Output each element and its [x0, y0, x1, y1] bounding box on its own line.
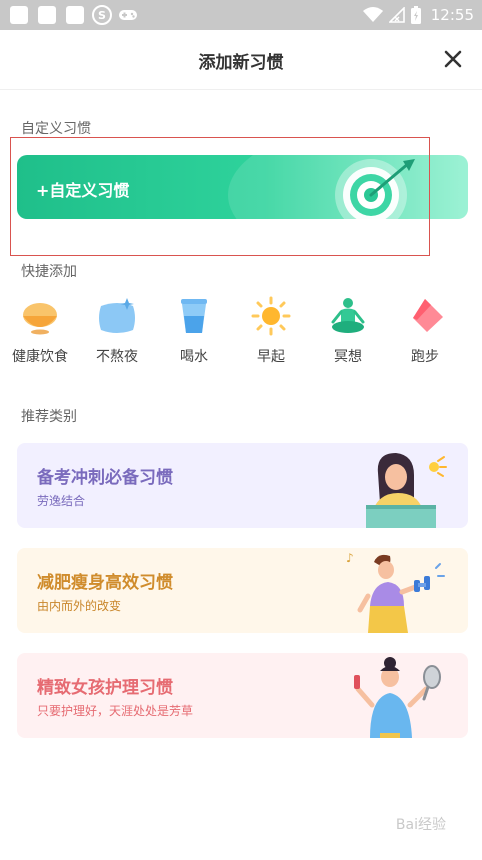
recommend-card-subtitle: 只要护理好，天涯处处是芳草	[37, 704, 194, 718]
add-custom-habit-label: +自定义习惯	[36, 181, 130, 200]
recommend-card-subtitle: 由内而外的改变	[37, 599, 122, 613]
recommend-card-fitness[interactable]: 减肥瘦身高效习惯 由内而外的改变 ♪	[17, 548, 468, 633]
quick-item-label: 冥想	[334, 349, 362, 365]
gamepad-icon	[119, 10, 137, 20]
meditation-icon	[331, 298, 365, 333]
status-bar: S 12:55	[0, 0, 482, 30]
quick-add-row: 健康饮食 不熬夜 喝水 早起 冥想 跑步	[0, 296, 482, 366]
quick-item-label: 喝水	[180, 349, 208, 365]
quick-item-label: 不熬夜	[96, 349, 138, 365]
notification-icon	[10, 6, 28, 24]
skincare-girl-illustration	[354, 657, 441, 738]
notification-icon	[38, 6, 56, 24]
studying-girl-illustration	[366, 453, 447, 528]
quick-item-drink-water[interactable]: 喝水	[159, 296, 229, 366]
cup-icon	[181, 299, 207, 333]
section-label-quick: 快捷添加	[21, 264, 77, 280]
add-custom-habit-button[interactable]: +自定义习惯	[17, 155, 468, 219]
recommend-card-subtitle: 劳逸结合	[37, 494, 86, 508]
page-title: 添加新习惯	[198, 53, 284, 73]
recommend-card-care[interactable]: 精致女孩护理习惯 只要护理好，天涯处处是芳草	[17, 653, 468, 738]
svg-text:♪: ♪	[346, 551, 354, 565]
section-label-recommend: 推荐类别	[21, 409, 77, 425]
watermark: Bai经验	[395, 817, 446, 833]
wifi-icon	[362, 7, 383, 22]
header: 添加新习惯	[0, 30, 482, 90]
signal-icon	[388, 7, 405, 23]
quick-item-label: 健康饮食	[12, 349, 68, 365]
recommend-card-title: 备考冲刺必备习惯	[37, 468, 173, 488]
shoe-icon	[413, 299, 443, 332]
recommend-card-exam[interactable]: 备考冲刺必备习惯 劳逸结合	[17, 443, 468, 528]
recommend-card-title: 精致女孩护理习惯	[37, 678, 173, 698]
section-label-custom: 自定义习惯	[21, 121, 91, 137]
sun-icon	[251, 296, 291, 336]
quick-item-healthy-diet[interactable]: 健康饮食	[5, 296, 75, 366]
target-icon	[335, 159, 415, 219]
pillow-icon	[99, 298, 135, 333]
quick-item-running[interactable]: 跑步	[390, 296, 460, 366]
clock: 12:55	[430, 6, 474, 24]
s-app-icon: S	[92, 5, 112, 25]
quick-item-label: 早起	[257, 349, 285, 365]
quick-item-no-late-night[interactable]: 不熬夜	[82, 296, 152, 366]
bowl-icon	[23, 303, 57, 335]
quick-item-early-rise[interactable]: 早起	[236, 296, 306, 366]
notification-icon	[66, 6, 84, 24]
exercising-girl-illustration: ♪	[346, 551, 445, 633]
quick-item-meditation[interactable]: 冥想	[313, 296, 383, 366]
recommend-card-title: 减肥瘦身高效习惯	[37, 573, 173, 593]
quick-item-label: 跑步	[411, 349, 439, 365]
battery-icon	[410, 6, 421, 24]
close-icon[interactable]	[442, 48, 464, 70]
